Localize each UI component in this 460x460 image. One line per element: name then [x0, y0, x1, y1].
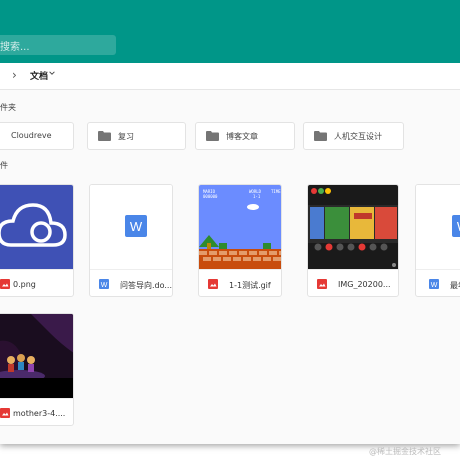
svg-text:W: W	[130, 219, 143, 234]
app-window: 搜索... › 文档 件夹 Cloudreve 复习 博客文章 人机交互设计 件	[0, 0, 460, 444]
file-name: 1-1测试.gif	[229, 281, 271, 290]
image-icon	[0, 279, 10, 289]
file-name: 问答导向.do...	[120, 281, 172, 290]
image-icon	[208, 279, 218, 289]
search-input[interactable]: 搜索...	[0, 35, 116, 55]
file-name: mother3-4....	[13, 409, 65, 418]
file-thumbnail: W	[416, 185, 460, 269]
navigation-bar: › 文档	[0, 63, 460, 90]
image-icon	[0, 408, 10, 418]
switch-screenshot	[308, 188, 398, 267]
file-thumbnail	[0, 314, 73, 398]
folder-review[interactable]: 复习	[87, 122, 186, 150]
svg-text:000000: 000000	[203, 194, 218, 199]
cloud-logo	[0, 203, 67, 247]
file-meta: 1-1测试.gif	[199, 269, 281, 296]
folder-icon	[314, 131, 327, 141]
folders-section-label: 件夹	[0, 103, 16, 112]
chevron-right-icon[interactable]: ›	[12, 68, 17, 82]
file-meta: 0.png	[0, 269, 73, 296]
file-name: IMG_20200...	[338, 280, 390, 289]
folder-blog[interactable]: 博客文章	[195, 122, 295, 150]
folder-icon	[206, 131, 219, 141]
svg-text:1-1: 1-1	[253, 194, 261, 199]
file-card[interactable]: mother3-4....	[0, 313, 74, 426]
files-section-label: 件	[0, 161, 8, 170]
chevron-down-icon[interactable]	[49, 70, 55, 76]
mother3-screenshot	[0, 314, 73, 398]
file-card[interactable]: IMG_20200...	[307, 184, 399, 297]
file-card[interactable]: 0.png	[0, 184, 74, 297]
file-meta: IMG_20200...	[308, 269, 398, 296]
folder-label: 人机交互设计	[334, 132, 382, 141]
word-icon: W	[99, 279, 109, 289]
watermark: @稀土掘金技术社区	[369, 447, 441, 456]
folder-label: 博客文章	[226, 132, 258, 141]
file-card[interactable]: W W 问答导向.do...	[89, 184, 173, 297]
file-name: 0.png	[13, 280, 36, 289]
file-meta: W 问答导向.do...	[90, 269, 172, 296]
file-card[interactable]: W W 最年	[415, 184, 460, 297]
file-thumbnail	[308, 185, 398, 269]
folder-icon	[98, 131, 111, 141]
folder-cloudreve[interactable]: Cloudreve	[0, 122, 74, 150]
file-thumbnail: W	[90, 185, 172, 269]
svg-text:W: W	[431, 282, 438, 289]
word-icon: W	[429, 279, 439, 289]
folder-label: 复习	[118, 132, 134, 141]
app-bar: 搜索...	[0, 0, 460, 63]
file-thumbnail	[0, 185, 73, 269]
file-name: 最年	[450, 281, 460, 290]
file-card[interactable]: MARIO 000000 WORLD 1-1 TIME 1-1测试.gif	[198, 184, 282, 297]
file-meta: W 最年	[416, 269, 460, 296]
file-thumbnail: MARIO 000000 WORLD 1-1 TIME	[199, 185, 281, 269]
file-meta: mother3-4....	[0, 398, 73, 425]
mario-screenshot: MARIO 000000 WORLD 1-1 TIME	[199, 189, 281, 269]
folder-label: Cloudreve	[11, 131, 52, 140]
image-icon	[317, 279, 327, 289]
search-placeholder: 搜索...	[0, 42, 30, 53]
word-doc-icon: W	[452, 215, 460, 237]
breadcrumb-current[interactable]: 文档	[30, 69, 48, 82]
folder-hci[interactable]: 人机交互设计	[303, 122, 404, 150]
word-doc-icon: W	[125, 215, 147, 237]
svg-text:W: W	[101, 282, 108, 289]
svg-text:TIME: TIME	[271, 189, 281, 194]
